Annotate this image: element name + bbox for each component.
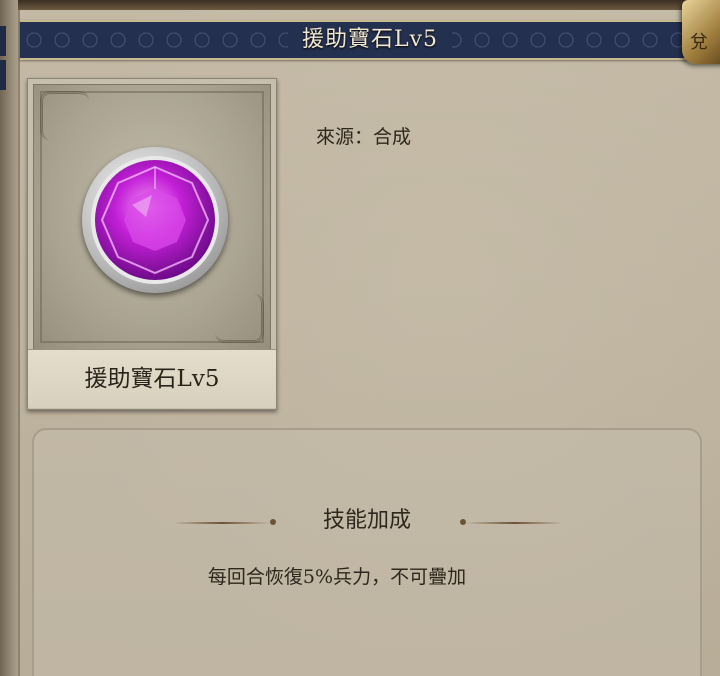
exchange-label: 兌 (690, 32, 708, 53)
knot-ornament-icon (215, 294, 264, 343)
skill-heading: 技能加成 (322, 508, 411, 533)
purple-gem-icon (82, 147, 228, 293)
page-title: 援助寶石Lv5 (20, 22, 720, 58)
knot-ornament-icon (40, 91, 89, 140)
left-edge (0, 0, 18, 676)
top-strip (0, 0, 720, 10)
skill-bonus-box: 技能加成 每回合恢復5%兵力，不可疊加 (32, 428, 702, 676)
exchange-button[interactable]: 兌 (682, 0, 720, 64)
title-banner: 援助寶石Lv5 (20, 20, 720, 60)
item-name: 援助寶石Lv5 (28, 349, 276, 408)
edge-notch (0, 26, 6, 56)
source-text: 來源：合成 (316, 126, 412, 148)
heading-divider-right (466, 522, 562, 524)
page-title-text: 援助寶石Lv5 (287, 27, 453, 52)
item-card: 援助寶石Lv5 (27, 78, 277, 410)
skill-description: 每回合恢復5%兵力，不可疊加 (207, 566, 467, 588)
item-art (33, 84, 271, 350)
edge-notch (0, 60, 6, 90)
gem-detail-screen: 援助寶石Lv5 兌 援助寶石Lv5 來源：合成 技能加成 每回合恢復5%兵力，不… (0, 0, 720, 676)
